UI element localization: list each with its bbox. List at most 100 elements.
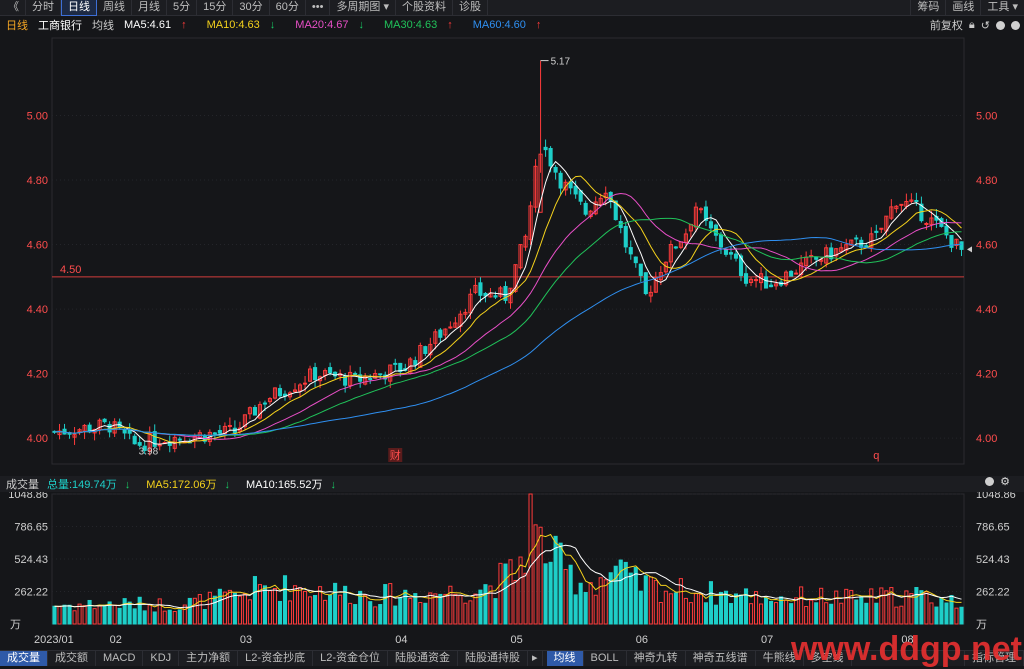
volume-unit-left: 万 xyxy=(10,619,21,631)
volume-bar xyxy=(282,575,288,625)
candle xyxy=(127,429,132,434)
tab-30min[interactable]: 30分 xyxy=(233,0,270,15)
tab-kdj[interactable]: KDJ xyxy=(143,651,180,666)
tab-nine-turn[interactable]: 神奇九转 xyxy=(627,651,686,666)
volume-bar xyxy=(819,587,824,625)
tab-daily[interactable]: 日线 xyxy=(61,0,97,16)
chips-button[interactable]: 筹码 xyxy=(910,0,945,15)
candle xyxy=(277,388,283,397)
volume-bar xyxy=(623,561,628,625)
volume-bar xyxy=(578,582,583,625)
fuquan-button[interactable]: 前复权 xyxy=(930,17,963,33)
candle xyxy=(448,326,453,329)
tab-l2-bottom[interactable]: L2-资金抄底 xyxy=(238,651,314,666)
candle xyxy=(368,378,373,381)
x-tick-label: 05 xyxy=(511,634,523,646)
candle xyxy=(733,253,739,259)
volume-info-bar: 成交量 总量:149.74万 ↓ MA5:172.06万 ↓ MA10:165.52… xyxy=(0,476,1024,492)
tab-macd[interactable]: MACD xyxy=(96,651,144,666)
volume-bar xyxy=(112,604,117,625)
more-menu-button[interactable]: ••• xyxy=(306,0,331,15)
volume-bar xyxy=(373,606,378,625)
tab-scroll-left[interactable]: ▸ xyxy=(528,651,543,666)
tab-volume[interactable]: 成交量 xyxy=(0,651,48,666)
tab-five-lines[interactable]: 神奇五线谱 xyxy=(686,651,756,666)
tools-button[interactable]: 工具 ▾ xyxy=(980,0,1024,15)
volume-bar xyxy=(804,606,809,625)
y-tick-label-right: 4.80 xyxy=(976,175,997,187)
volume-bar xyxy=(683,597,688,625)
volume-label[interactable]: 成交量 xyxy=(6,476,39,492)
volume-bar xyxy=(458,595,463,625)
volume-bar xyxy=(297,587,303,625)
candle xyxy=(718,234,724,248)
tab-15min[interactable]: 15分 xyxy=(197,0,234,15)
candle xyxy=(137,442,142,446)
ma10-text: MA10:4.63 xyxy=(206,19,260,31)
x-tick-label: 02 xyxy=(110,634,122,646)
volume-bar xyxy=(909,593,914,625)
volume-bar xyxy=(573,594,578,625)
volume-bar xyxy=(563,568,568,625)
tab-fenshi[interactable]: 分时 xyxy=(26,0,61,15)
tab-turnover[interactable]: 成交额 xyxy=(48,651,96,666)
ma5-value: MA5:4.61 ↑ xyxy=(124,19,197,31)
volume-bar xyxy=(423,602,428,625)
volume-bar xyxy=(698,593,703,625)
volume-bar xyxy=(247,599,252,625)
candle xyxy=(924,222,929,225)
volume-bar xyxy=(353,604,358,625)
volume-bar xyxy=(252,576,257,625)
volume-bar xyxy=(583,592,588,625)
tab-weekly[interactable]: 周线 xyxy=(97,0,132,15)
volume-bar xyxy=(142,610,147,625)
volume-bar xyxy=(874,602,879,625)
candle xyxy=(378,373,383,376)
ma20-value: MA20:4.67 ↓ xyxy=(295,19,374,31)
ma5-line xyxy=(54,160,962,445)
volume-bar xyxy=(688,602,693,625)
tab-boll[interactable]: BOLL xyxy=(584,651,627,666)
tab-l2-position[interactable]: L2-资金仓位 xyxy=(313,651,388,666)
diagnose-button[interactable]: 诊股 xyxy=(453,0,489,15)
candle xyxy=(157,444,162,447)
zoom-out-icon[interactable] xyxy=(1011,20,1020,30)
volume-bar xyxy=(363,594,368,625)
volume-bar xyxy=(383,584,388,625)
candle xyxy=(743,273,749,284)
gear-icon[interactable]: ⚙ xyxy=(1000,475,1010,488)
draw-line-button[interactable]: 画线 xyxy=(945,0,980,15)
ma20-text: MA20:4.67 xyxy=(295,19,349,31)
lock-icon[interactable]: 🔒︎ xyxy=(969,19,975,32)
down-arrow-icon: ↓ xyxy=(330,479,336,491)
volume-bar xyxy=(764,597,769,625)
volume-bar xyxy=(418,602,423,625)
tab-hk-fund[interactable]: 陆股通资金 xyxy=(388,651,458,666)
volume-bar xyxy=(157,598,162,625)
low-label: 3.98 xyxy=(139,447,159,458)
close-panel-icon[interactable] xyxy=(985,477,994,486)
tab-5min[interactable]: 5分 xyxy=(167,0,198,15)
volume-bar xyxy=(613,565,618,625)
zoom-in-icon[interactable] xyxy=(996,20,1005,30)
stock-info-button[interactable]: 个股资料 xyxy=(396,0,454,15)
candle xyxy=(769,284,774,288)
tab-60min[interactable]: 60分 xyxy=(270,0,306,15)
volume-bar xyxy=(548,561,553,625)
candle xyxy=(628,247,633,255)
tab-hk-hold[interactable]: 陆股通持股 xyxy=(458,651,528,666)
volume-bar xyxy=(588,582,593,625)
undo-icon[interactable]: ↺ xyxy=(981,19,990,32)
volume-chart[interactable]: 1048.86 1048.86 786.65 786.65 524.43 524.43 26… xyxy=(0,492,1024,650)
price-chart[interactable]: 5.00 5.00 4.80 4.80 4.60 4.60 4.40 4.40 4.20 4.20… xyxy=(0,34,1024,474)
volume-bar xyxy=(313,595,318,625)
tab-main-net[interactable]: 主力净额 xyxy=(179,651,239,666)
volume-bar xyxy=(122,598,127,625)
toolbar-right: 筹码 画线 工具 ▾ xyxy=(910,0,1024,16)
back-icon[interactable]: 《 xyxy=(2,0,26,15)
multi-period-button[interactable]: 多周期图 ▾ xyxy=(330,0,397,15)
volume-bar xyxy=(202,609,207,625)
tab-monthly[interactable]: 月线 xyxy=(132,0,167,15)
tab-ma[interactable]: 均线 xyxy=(546,651,584,666)
ma-label[interactable]: 均线 xyxy=(92,17,114,33)
